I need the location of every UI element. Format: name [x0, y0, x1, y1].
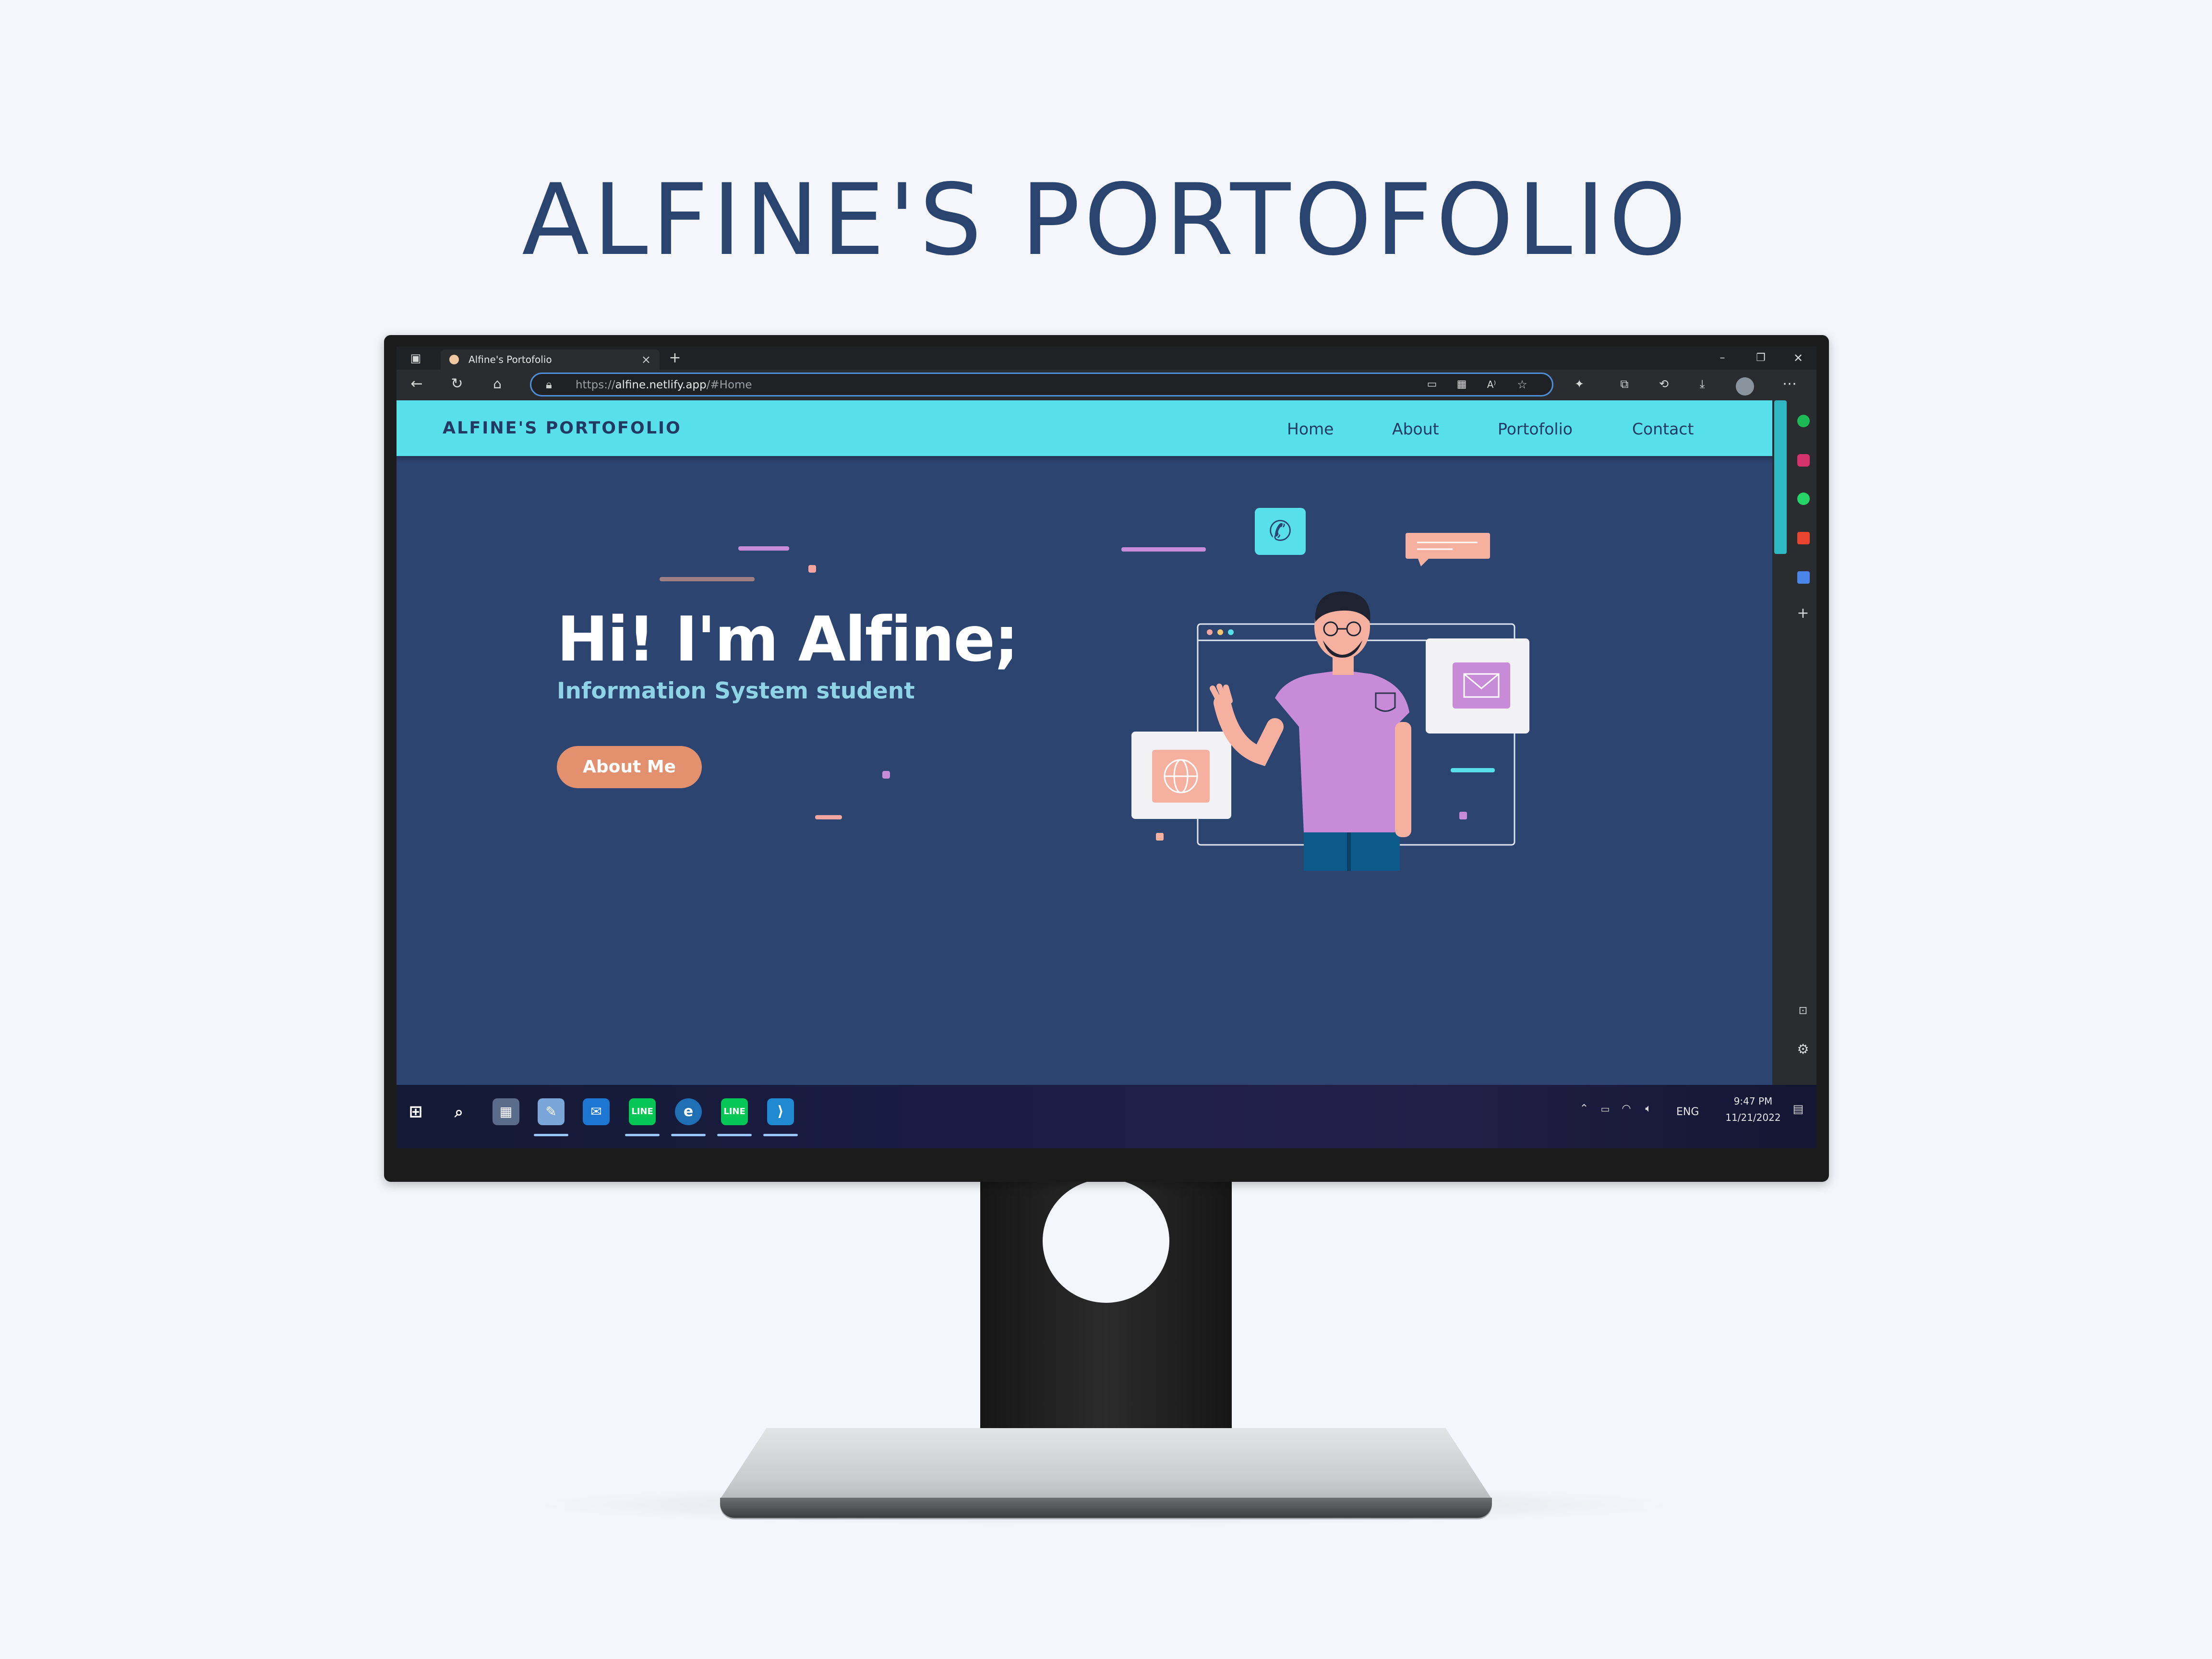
app-running-indicator	[763, 1134, 798, 1136]
app-running-indicator	[534, 1134, 568, 1136]
translate-icon[interactable]	[1797, 571, 1810, 584]
calculator-icon[interactable]: ▦	[493, 1098, 519, 1125]
nav-contact-link[interactable]: Contact	[1632, 420, 1694, 438]
back-arrow-icon[interactable]: ←	[407, 374, 426, 394]
website-page: ALFINE'S PORTOFOLIO Home About Portofoli…	[397, 400, 1789, 1085]
decor-dash	[738, 546, 789, 551]
maximize-button[interactable]: ❐	[1751, 349, 1770, 368]
url-text: https://alfine.netlify.app/#Home	[576, 379, 752, 391]
read-aloud-icon[interactable]: A⁾	[1482, 375, 1501, 394]
search-icon[interactable]: ⌕	[445, 1098, 472, 1125]
wifi-icon[interactable]: ◠	[1618, 1099, 1635, 1118]
edge-sidebar: + ⊡ ⚙	[1789, 400, 1816, 1085]
tab-title: Alfine's Portofolio	[469, 354, 552, 365]
nav-about-link[interactable]: About	[1392, 420, 1439, 438]
extensions-icon[interactable]: ✦	[1570, 374, 1589, 394]
hide-sidebar-icon[interactable]: ⊡	[1793, 1001, 1813, 1021]
hero-illustration: ✆	[1121, 508, 1529, 871]
decor-dash	[815, 815, 842, 819]
monitor-stand-base-edge	[720, 1498, 1492, 1518]
notepad-icon[interactable]: ✎	[538, 1098, 565, 1125]
monitor-screen: ▣ Alfine's Portofolio × + – ❐ ✕ ← ↻ ⌂ 🔒︎…	[397, 347, 1816, 1148]
stand-cable-hole	[1043, 1179, 1169, 1303]
site-brand[interactable]: ALFINE'S PORTOFOLIO	[443, 419, 682, 438]
tab-actions-icon[interactable]: ▣	[406, 349, 425, 368]
app-available-icon[interactable]: ▭	[1423, 375, 1441, 394]
app-running-indicator	[671, 1134, 706, 1136]
close-window-button[interactable]: ✕	[1789, 349, 1808, 368]
windows-taskbar: ⊞ ⌕ ▦ ✎ ✉ LINE e LINE ⟩ ⌃ ▭ ◠ 🔈︎ ENG 9:4…	[397, 1085, 1816, 1148]
minimize-button[interactable]: –	[1713, 349, 1732, 368]
collections-icon[interactable]: ⧉	[1615, 374, 1634, 394]
decor-dash	[660, 577, 755, 581]
lock-icon: 🔒︎	[546, 378, 552, 391]
favorite-star-icon[interactable]: ☆	[1514, 375, 1531, 394]
history-icon[interactable]: ⟲	[1654, 374, 1673, 394]
battery-icon[interactable]: ▭	[1597, 1099, 1614, 1118]
tray-chevron-icon[interactable]: ⌃	[1576, 1099, 1592, 1118]
more-menu-icon[interactable]: ⋯	[1780, 374, 1799, 394]
scroll-thumb[interactable]	[1774, 400, 1787, 554]
svg-text:✆: ✆	[1269, 515, 1292, 547]
decor-dot	[808, 565, 816, 573]
notification-center-icon[interactable]: ▤	[1789, 1099, 1808, 1118]
chat-bubble-shape	[1406, 533, 1490, 559]
home-icon[interactable]: ⌂	[488, 374, 507, 394]
line-app-icon-2[interactable]: LINE	[721, 1098, 748, 1125]
vscode-icon[interactable]: ⟩	[767, 1098, 794, 1125]
decor-dot	[882, 771, 890, 779]
refresh-icon[interactable]: ↻	[447, 374, 467, 394]
edge-browser-icon[interactable]: e	[675, 1098, 702, 1125]
settings-gear-icon[interactable]: ⚙	[1793, 1040, 1813, 1059]
mockup-title: ALFINE'S PORTOFOLIO	[522, 163, 1690, 277]
clock-date[interactable]: 11/21/2022	[1724, 1112, 1782, 1123]
app-running-indicator	[625, 1134, 660, 1136]
address-bar[interactable]: 🔒︎ https://alfine.netlify.app/#Home ▭ ▦ …	[530, 373, 1553, 397]
instagram-icon[interactable]	[1797, 454, 1810, 467]
person-shirt	[1275, 670, 1409, 832]
browser-tab-strip: ▣ Alfine's Portofolio × + – ❐ ✕	[397, 347, 1816, 370]
qr-code-icon[interactable]: ▦	[1453, 375, 1470, 394]
new-tab-button[interactable]: +	[665, 349, 685, 368]
page-scrollbar[interactable]	[1772, 400, 1789, 1085]
nav-home-link[interactable]: Home	[1287, 420, 1334, 438]
tab-favicon-icon	[449, 355, 459, 364]
person-legs	[1304, 828, 1400, 871]
clock-time[interactable]: 9:47 PM	[1724, 1095, 1782, 1107]
site-navbar: ALFINE'S PORTOFOLIO Home About Portofoli…	[397, 400, 1789, 456]
add-sidebar-app-icon[interactable]: +	[1793, 604, 1813, 623]
volume-icon[interactable]: 🔈︎	[1640, 1099, 1657, 1118]
windows-start-icon[interactable]: ⊞	[402, 1098, 429, 1125]
office-icon[interactable]	[1797, 532, 1810, 544]
whatsapp-icon[interactable]	[1797, 493, 1810, 505]
browser-tab[interactable]: Alfine's Portofolio ×	[441, 349, 660, 370]
hero-subtitle: Information System student	[557, 678, 915, 704]
profile-avatar[interactable]	[1736, 377, 1754, 396]
tab-close-icon[interactable]: ×	[641, 349, 651, 370]
line-app-icon[interactable]: LINE	[629, 1098, 656, 1125]
input-language[interactable]: ENG	[1676, 1106, 1699, 1118]
browser-toolbar: ← ↻ ⌂ 🔒︎ https://alfine.netlify.app/#Hom…	[397, 370, 1816, 400]
downloads-icon[interactable]: ⤓	[1693, 374, 1712, 394]
mail-icon[interactable]: ✉	[583, 1098, 610, 1125]
spotify-icon[interactable]	[1797, 415, 1810, 427]
nav-portofolio-link[interactable]: Portofolio	[1498, 420, 1573, 438]
app-running-indicator	[717, 1134, 752, 1136]
hero-heading: Hi! I'm Alfine;	[557, 604, 1019, 675]
about-me-button[interactable]: About Me	[557, 746, 702, 788]
